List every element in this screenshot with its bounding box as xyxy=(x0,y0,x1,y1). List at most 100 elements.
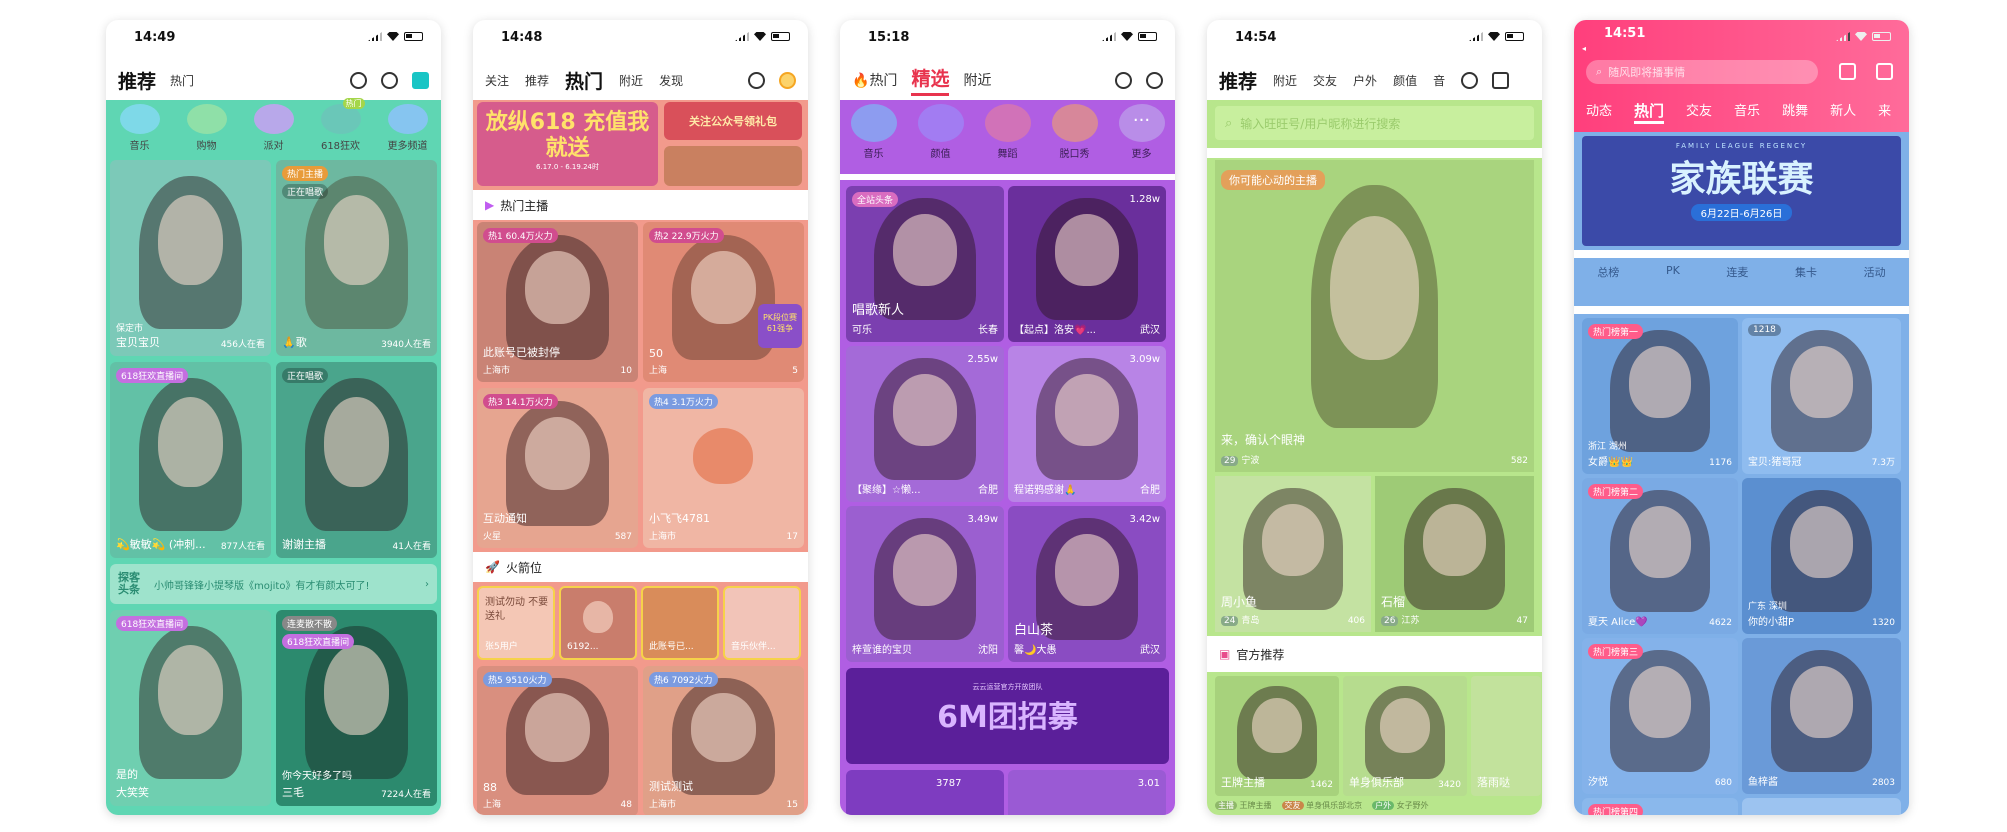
live-tile[interactable]: 1.28w 【起点】洛安💗... 武汉 xyxy=(1008,186,1166,342)
tab-featured[interactable]: 精选 xyxy=(911,64,950,96)
live-tile[interactable]: 热3 14.1万火力 互动通知 火星 587 xyxy=(477,388,638,548)
recommend-tile[interactable]: 王牌主播 1462 xyxy=(1215,676,1339,796)
category-dance[interactable]: 舞蹈 xyxy=(984,104,1031,160)
top-nav: 关注 推荐 热门 附近 发现 xyxy=(473,60,808,100)
tab-nearby[interactable]: 附近 xyxy=(1273,72,1297,89)
live-tile[interactable]: 鱼梓酱 2803 xyxy=(1742,638,1901,794)
live-tile[interactable]: 热4 3.1万火力 小飞飞4781 上海市 17 xyxy=(643,388,804,548)
rocket-tile[interactable]: 音乐伙伴... xyxy=(723,586,801,660)
live-tile[interactable]: 广东 深圳 你的小甜P 1320 xyxy=(1742,478,1901,634)
live-tile[interactable]: 618狂欢直播间 是的 大笑笑 xyxy=(110,610,271,806)
league-banner[interactable]: FAMILY LEAGUE REGENCY 家族联赛 6月22日-6月26日 xyxy=(1582,136,1901,246)
recommend-tile[interactable]: 单身俱乐部 3420 xyxy=(1343,676,1467,796)
tab-nearby[interactable]: 附近 xyxy=(619,72,643,89)
search-icon[interactable] xyxy=(1146,71,1163,89)
live-tile[interactable]: 正在唱歌 谢谢主播 41人在看 xyxy=(276,362,437,558)
tab-discover[interactable]: 发现 xyxy=(659,72,683,89)
live-tile[interactable]: 3.49w 梓萱谁的宝贝 沈阳 xyxy=(846,506,1004,662)
tab-nearby[interactable]: 附近 xyxy=(963,70,991,90)
tab-hot[interactable]: 🔥热门 xyxy=(852,70,897,90)
tab-hot[interactable]: 热门 xyxy=(170,72,194,89)
live-tile[interactable]: 热门榜第二 夏天 Alice💜 4622 xyxy=(1582,478,1738,634)
tab-social[interactable]: 交友 xyxy=(1686,100,1712,124)
live-tile[interactable]: 3787 xyxy=(846,770,1004,815)
live-tile[interactable]: 热6 7092火力 测试测试 上海市 15 xyxy=(643,666,804,815)
tab-beauty[interactable]: 颜值 xyxy=(1393,72,1417,89)
live-tile[interactable]: 热1 60.4万火力 此账号已被封停 上海市 10 xyxy=(477,222,638,382)
live-tile[interactable]: 石榴 26 江苏 47 xyxy=(1375,476,1534,632)
recommend-tile[interactable]: 落雨哒 xyxy=(1471,676,1541,796)
live-tile[interactable]: 连麦散不散 618狂欢直播间 你今天好多了吗 三毛 7224人在看 xyxy=(276,610,437,806)
search-input[interactable]: ⌕ 随风即将播事情 xyxy=(1586,60,1818,84)
category-music[interactable]: 音乐 xyxy=(119,104,160,152)
category-party[interactable]: 派对 xyxy=(253,104,294,152)
tab-hot[interactable]: 热门 xyxy=(1634,100,1665,124)
live-tile[interactable]: 3.09w 程诺鸦感谢🙏 合肥 xyxy=(1008,346,1166,502)
checkin-icon[interactable] xyxy=(1839,63,1856,80)
search-icon[interactable] xyxy=(350,71,367,89)
live-tile[interactable]: 热门榜第三 汐悦 680 xyxy=(1582,638,1738,794)
history-icon[interactable] xyxy=(1115,71,1132,89)
category-more[interactable]: ··· 更多 xyxy=(1118,104,1165,160)
live-tile[interactable]: 热5 9510火力 88 上海 48 xyxy=(477,666,638,815)
recruit-banner[interactable]: 云云运营官方开放团队 6M团招募 xyxy=(846,668,1169,764)
tab-music[interactable]: 音乐 xyxy=(1734,100,1760,124)
search-input[interactable]: ⌕ 输入旺旺号/用户昵称进行搜索 xyxy=(1215,106,1534,140)
back-indicator[interactable]: ◂ xyxy=(1582,44,1586,53)
live-tile[interactable]: 周小鱼 24 青岛 406 xyxy=(1215,476,1371,632)
search-icon[interactable] xyxy=(748,71,765,89)
history-icon[interactable] xyxy=(381,71,398,89)
promo-banner[interactable]: 放纵618 充值我就送 6.17.0 - 6.19.24时 xyxy=(477,102,658,186)
live-tile[interactable] xyxy=(1742,798,1901,815)
tab-recommend[interactable]: 推荐 xyxy=(1219,67,1257,94)
live-tile[interactable]: 2.55w 【聚缘】☆懒... 合肥 xyxy=(846,346,1004,502)
quick-pk[interactable]: PK xyxy=(1666,264,1680,277)
follow-gift-banner[interactable]: 关注公众号领礼包 xyxy=(664,102,802,140)
category-shopping[interactable]: 购物 xyxy=(186,104,227,152)
phone-screen-4: 14:54 推荐 附近 交友 户外 颜值 音 ⌕ 输入旺旺号/用户昵称进行搜索 … xyxy=(1207,20,1542,815)
dance-icon xyxy=(984,104,1031,142)
tab-music[interactable]: 音 xyxy=(1433,72,1445,89)
quick-activity[interactable]: 活动 xyxy=(1864,264,1886,280)
rocket-tile[interactable]: 此账号已... xyxy=(641,586,719,660)
live-tile[interactable]: 热门主播 正在唱歌 🙏歌 3940人在看 xyxy=(276,160,437,356)
live-tile[interactable]: 保定市 宝贝宝贝 456人在看 xyxy=(110,160,271,356)
tab-moments[interactable]: 动态 xyxy=(1586,100,1612,124)
tab-more[interactable]: 来 xyxy=(1878,100,1891,124)
live-tile[interactable]: 3.01 xyxy=(1008,770,1166,815)
category-music[interactable]: 音乐 xyxy=(850,104,897,160)
quick-mic[interactable]: 连麦 xyxy=(1726,264,1748,280)
rocket-tile[interactable]: 6192... xyxy=(559,586,637,660)
live-tile[interactable]: 热门榜第一 浙江 湖州 女爵👑👑 1176 xyxy=(1582,318,1738,474)
video-icon[interactable] xyxy=(1492,71,1510,89)
quick-rank[interactable]: 总榜 xyxy=(1597,264,1619,280)
quick-row: 总榜 PK 连麦 集卡 活动 xyxy=(1574,264,1909,300)
live-tile[interactable]: 全站头条 唱歌新人 可乐 长春 xyxy=(846,186,1004,342)
category-618[interactable]: 热门 618狂欢 xyxy=(320,98,365,152)
category-beauty[interactable]: 颜值 xyxy=(917,104,964,160)
category-row: 音乐 颜值 舞蹈 脱口秀 ··· 更多 xyxy=(840,104,1175,166)
tab-follow[interactable]: 关注 xyxy=(485,72,509,89)
rocket-tile[interactable]: 测试勿动 不要送礼 张5用户 xyxy=(477,586,555,660)
headline-banner[interactable]: 探客头条 小帅哥锋锋小提琴版《mojito》有才有颜太可了! › xyxy=(110,564,437,604)
task-icon[interactable] xyxy=(1876,63,1893,80)
tab-recommend[interactable]: 推荐 xyxy=(118,67,156,94)
live-tile[interactable]: 618狂欢直播间 💫敏敏💫 (冲刺... 877人在看 xyxy=(110,362,271,558)
tab-recommend[interactable]: 推荐 xyxy=(525,72,549,89)
live-camera-icon[interactable] xyxy=(412,71,429,89)
quick-card[interactable]: 集卡 xyxy=(1795,264,1817,280)
live-tile[interactable]: 热门榜第四 xyxy=(1582,798,1738,815)
featured-live-tile[interactable]: 你可能心动的主播 来，确认个眼神 29 宁波 582 xyxy=(1215,160,1534,472)
tab-social[interactable]: 交友 xyxy=(1313,72,1337,89)
live-tile[interactable]: 热2 22.9万火力 50 上海 5 PK段位赛 61强争 xyxy=(643,222,804,382)
tab-hot[interactable]: 热门 xyxy=(565,67,603,94)
category-talkshow[interactable]: 脱口秀 xyxy=(1051,104,1098,160)
tab-outdoor[interactable]: 户外 xyxy=(1353,72,1377,89)
live-tile[interactable]: 1218 宝贝:猪哥冠 7.3万 xyxy=(1742,318,1901,474)
user-icon[interactable] xyxy=(1461,71,1479,89)
tab-dance[interactable]: 跳舞 xyxy=(1782,100,1808,124)
tab-newbie[interactable]: 新人 xyxy=(1830,100,1856,124)
crown-icon[interactable] xyxy=(779,71,796,89)
live-tile[interactable]: 3.42w 白山茶 馨🌙大愚 武汉 xyxy=(1008,506,1166,662)
category-more[interactable]: 更多频道 xyxy=(387,104,428,152)
